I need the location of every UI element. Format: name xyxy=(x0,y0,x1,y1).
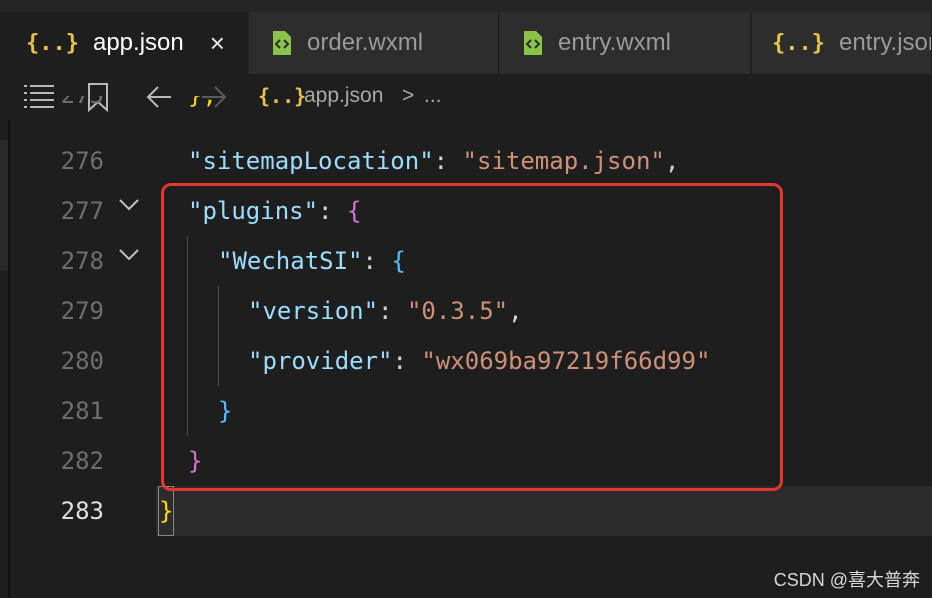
matched-bracket: } xyxy=(158,486,175,536)
tab-label: order.wxml xyxy=(307,29,424,56)
close-icon[interactable]: × xyxy=(210,28,225,59)
line-number: 282 xyxy=(60,447,104,475)
tab-label: app.json xyxy=(92,29,184,56)
json-file-icon: {..} xyxy=(26,30,79,56)
json-file-icon: {..} xyxy=(772,30,825,56)
code-line-283[interactable]: 283 } xyxy=(0,486,932,536)
fold-chevron-icon[interactable] xyxy=(118,198,140,217)
fold-chevron-icon[interactable] xyxy=(118,248,140,267)
tab-entry-wxml[interactable]: entry.wxml xyxy=(500,12,751,74)
line-number: 280 xyxy=(60,347,104,375)
xml-file-icon xyxy=(271,30,293,56)
tab-entry-json[interactable]: {..} entry.json xyxy=(752,12,932,74)
line-number: 277 xyxy=(60,197,104,225)
xml-file-icon xyxy=(522,30,544,56)
tab-label: entry.wxml xyxy=(558,29,671,56)
watermark: CSDN @喜大普奔 xyxy=(773,570,920,590)
json-key: "sitemapLocation" xyxy=(188,147,434,175)
line-number-current: 283 xyxy=(60,497,104,525)
line-number: 281 xyxy=(60,397,104,425)
tab-order-wxml[interactable]: order.wxml xyxy=(249,12,499,74)
tab-bar: {..} app.json × order.wxml entry.wxml {.… xyxy=(0,0,932,74)
line-number: 279 xyxy=(60,297,104,325)
red-highlight-box xyxy=(161,183,783,491)
line-number: 276 xyxy=(60,147,104,175)
json-value: "sitemap.json" xyxy=(462,147,665,175)
tab-label: entry.json xyxy=(838,29,932,56)
line-number: 278 xyxy=(60,247,104,275)
tab-app-json[interactable]: {..} app.json × xyxy=(0,12,248,74)
code-line-276[interactable]: 276 "sitemapLocation": "sitemap.json", xyxy=(0,136,932,186)
